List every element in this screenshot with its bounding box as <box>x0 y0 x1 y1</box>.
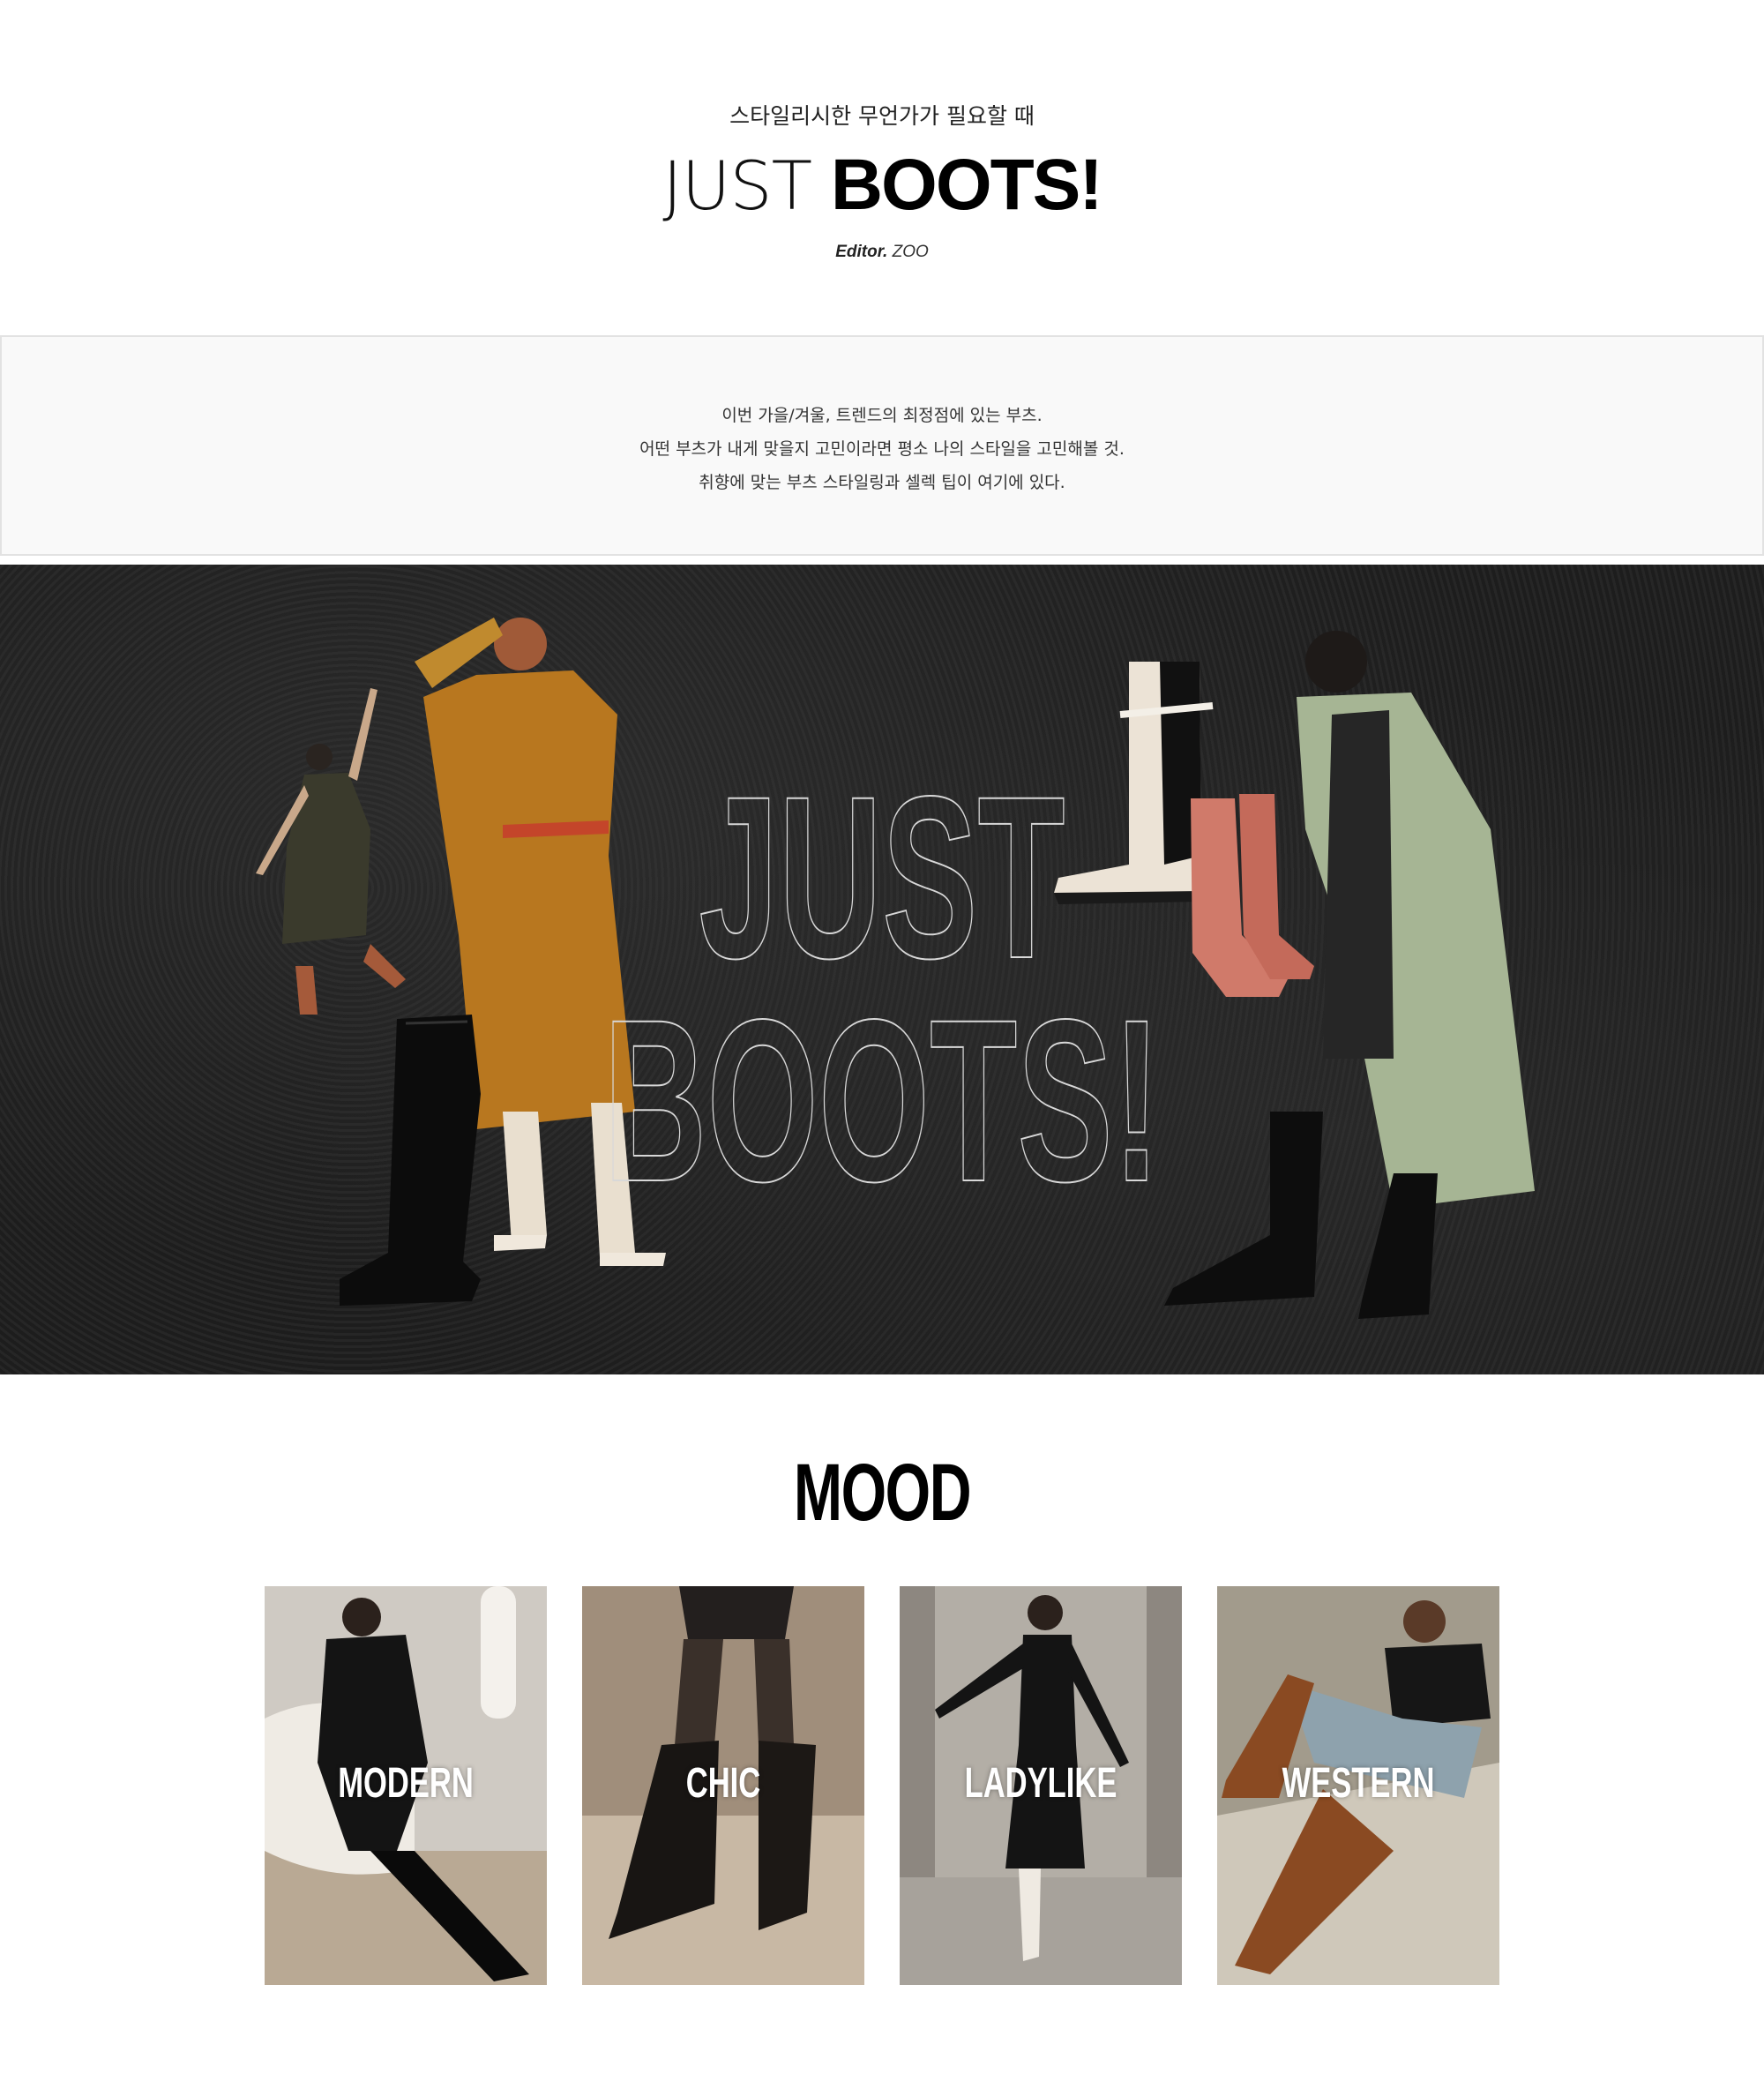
intro-box: 이번 가을/겨울, 트렌드의 최정점에 있는 부츠. 어떤 부츠가 내게 맞을지… <box>0 335 1764 556</box>
mood-section-title: MOOD <box>793 1448 972 1538</box>
mood-card-label: WESTERN <box>1282 1760 1435 1807</box>
black-boot-product <box>340 1015 481 1306</box>
hero-banner: JUST BOOTS! <box>0 565 1764 1374</box>
intro-line: 취향에 맞는 부츠 스타일링과 셀렉 팁이 여기에 있다. <box>699 473 1065 492</box>
mood-card-ladylike[interactable]: LADYLIKE <box>900 1586 1182 1985</box>
mood-card-label: CHIC <box>685 1760 761 1807</box>
intro-line: 이번 가을/겨울, 트렌드의 최정점에 있는 부츠. <box>721 406 1043 425</box>
model-dancing-figure <box>256 688 406 1015</box>
title-bold: BOOTS! <box>830 145 1103 225</box>
editor-credit: Editor. ZOO <box>0 243 1764 262</box>
article-title: JUST BOOTS! <box>0 141 1764 230</box>
article-header: 스타일리시한 무언가가 필요할 때 JUST BOOTS! Editor. ZO… <box>0 0 1764 326</box>
title-light: JUST <box>662 146 812 225</box>
cream-boot-product <box>1054 662 1214 904</box>
pink-boot-product <box>1191 794 1314 997</box>
mood-card-western[interactable]: WESTERN <box>1217 1586 1499 1985</box>
intro-line: 어떤 부츠가 내게 맞을지 고민이라면 평소 나의 스타일을 고민해볼 것. <box>639 439 1125 459</box>
mood-cards: MODERN CHIC LADYLIKE WESTERN <box>0 1586 1764 1985</box>
editor-label: Editor. <box>835 243 888 261</box>
hero-title-line1: JUST <box>699 749 1065 1007</box>
mood-card-label: LADYLIKE <box>964 1760 1117 1807</box>
editor-name: ZOO <box>892 243 929 261</box>
article-subtitle: 스타일리시한 무언가가 필요할 때 <box>729 103 1035 129</box>
mood-card-chic[interactable]: CHIC <box>582 1586 864 1985</box>
hero-outline-title: JUST BOOTS! <box>602 749 1161 1232</box>
mood-card-label: MODERN <box>338 1760 474 1807</box>
hero-title-line2: BOOTS! <box>603 972 1161 1230</box>
hero-illustration: JUST BOOTS! <box>256 618 1535 1319</box>
mood-card-modern[interactable]: MODERN <box>265 1586 547 1985</box>
